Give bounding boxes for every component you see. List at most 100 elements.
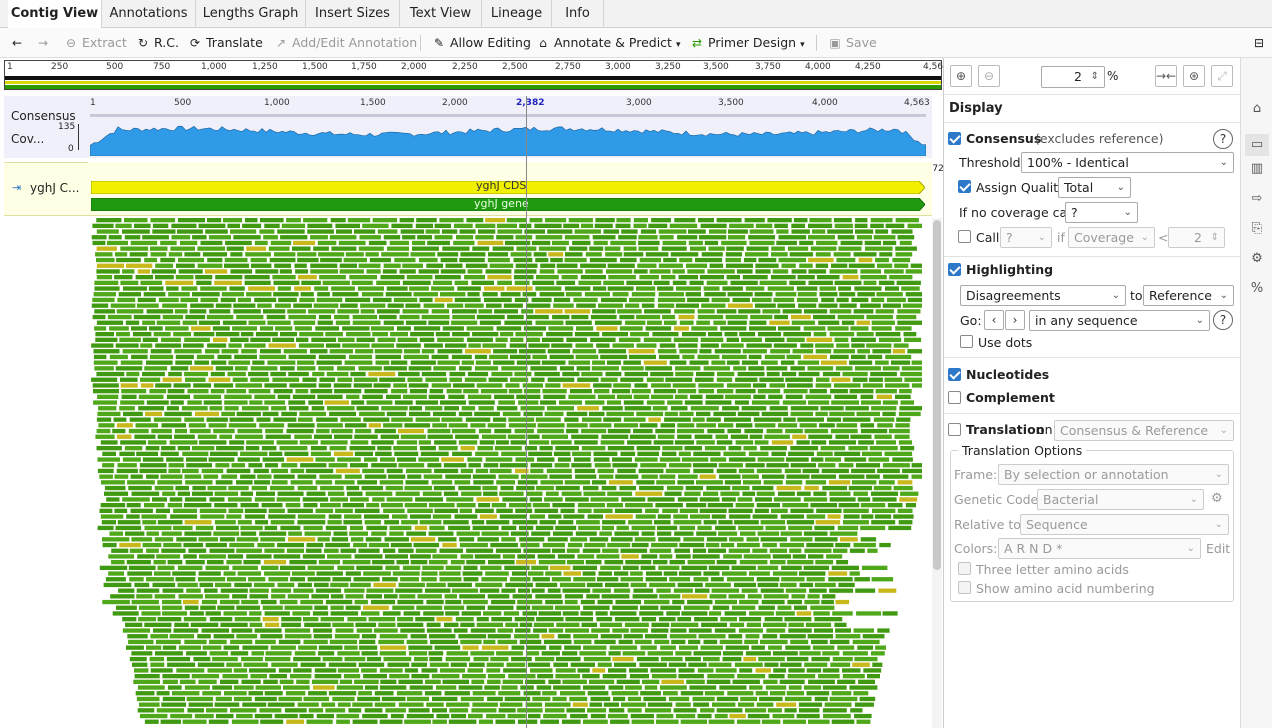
position-cursor[interactable]: [526, 96, 527, 728]
highlighting-checkbox[interactable]: [948, 263, 961, 276]
forward-button[interactable]: →: [36, 28, 54, 58]
rc-button[interactable]: ↻ R.C.: [136, 28, 179, 58]
collapse-panel-button[interactable]: ⊟: [1252, 28, 1270, 58]
read: [184, 497, 207, 502]
save-button[interactable]: ▣ Save: [828, 28, 876, 58]
back-button[interactable]: ←: [10, 28, 28, 58]
three-letter-checkbox[interactable]: [958, 562, 971, 575]
colors-select[interactable]: A R N D * ⌄: [998, 538, 1201, 559]
go-scope-select[interactable]: in any sequence ⌄: [1029, 310, 1210, 331]
read: [859, 696, 876, 702]
zoom-out-button[interactable]: ⊖: [978, 65, 1000, 87]
call-checkbox[interactable]: [958, 230, 971, 243]
read: [790, 406, 819, 411]
zoom-to-selection-button[interactable]: ⊛: [1183, 65, 1205, 87]
extract-button[interactable]: ⊖ Extract: [64, 28, 127, 58]
read: [92, 314, 106, 320]
tab-info[interactable]: Info: [552, 0, 604, 28]
overview-tick-label: 4,250: [855, 62, 881, 72]
annotate-predict-button[interactable]: ⌂ Annotate & Predict ▾: [536, 28, 680, 58]
no-coverage-select[interactable]: ? ⌄: [1065, 202, 1138, 223]
primer-design-button[interactable]: ⇄ Primer Design ▾: [690, 28, 805, 58]
highlight-help-button[interactable]: ?: [1213, 310, 1233, 330]
go-previous-button[interactable]: ‹: [984, 310, 1004, 330]
translation-checkbox[interactable]: [948, 423, 961, 436]
read: [768, 645, 782, 650]
overview-bar[interactable]: 1 250 500 750 1,000 1,250 1,500 1,750 2,000 2,250…: [4, 60, 943, 90]
tab-text-view[interactable]: Text View: [400, 0, 482, 28]
read: [173, 383, 191, 388]
read: [265, 428, 284, 434]
gear-icon[interactable]: ⚙: [1211, 491, 1223, 506]
read: [633, 394, 650, 399]
read: [277, 542, 304, 548]
read: [248, 463, 263, 468]
go-next-button[interactable]: ›: [1005, 310, 1025, 330]
read: [297, 252, 317, 257]
frame-select[interactable]: By selection or annotation ⌄: [998, 464, 1229, 485]
consensus-help-button[interactable]: ?: [1213, 129, 1233, 149]
display-panel-icon[interactable]: ▭: [1245, 134, 1269, 156]
read: [364, 457, 378, 462]
read: [528, 713, 541, 719]
contig-viewer[interactable]: 1 250 500 750 1,000 1,250 1,500 1,750 2,000 2,250…: [0, 58, 944, 728]
read: [175, 485, 189, 491]
add-annotation-button[interactable]: ↗ Add/Edit Annotation: [274, 28, 417, 58]
colors-edit-link[interactable]: Edit: [1206, 541, 1230, 556]
read: [350, 371, 366, 377]
read: [467, 337, 493, 342]
threshold-select[interactable]: 100% - Identical ⌄: [1021, 152, 1234, 173]
home-icon[interactable]: ⌂: [1249, 101, 1265, 117]
read: [829, 531, 858, 536]
read: [194, 713, 214, 719]
show-numbering-checkbox[interactable]: [958, 581, 971, 594]
relative-to-select[interactable]: Sequence ⌄: [1020, 514, 1229, 535]
complement-checkbox[interactable]: [948, 391, 961, 404]
read: [624, 371, 648, 377]
genetic-code-select[interactable]: Bacterial ⌄: [1037, 489, 1204, 510]
reference-row-label[interactable]: ⇥ yghJ C...: [4, 162, 88, 216]
zoom-in-button[interactable]: ⊕: [950, 65, 972, 87]
zoom-input[interactable]: 2 ⇕: [1041, 66, 1105, 88]
allow-editing-button[interactable]: ✎ Allow Editing: [432, 28, 531, 58]
read: [659, 474, 676, 479]
reads-scrollbar-thumb[interactable]: [933, 220, 941, 570]
gear-icon[interactable]: ⚙: [1249, 251, 1265, 267]
read: [778, 235, 807, 240]
tab-lengths-graph[interactable]: Lengths Graph: [196, 0, 306, 28]
highlight-mode-select[interactable]: Disagreements ⌄: [960, 285, 1126, 306]
read: [449, 371, 466, 377]
fit-width-button[interactable]: →←: [1155, 65, 1177, 87]
call-select[interactable]: ? ⌄: [1000, 227, 1052, 248]
read: [124, 446, 143, 451]
percent-icon[interactable]: %: [1249, 281, 1265, 297]
read: [122, 628, 150, 633]
read: [121, 394, 137, 399]
highlight-target-select[interactable]: Reference ⌄: [1143, 285, 1234, 306]
translate-button[interactable]: ⟳ Translate: [188, 28, 263, 58]
read: [212, 685, 233, 690]
tab-contig-view[interactable]: Contig View: [8, 0, 102, 29]
graph-icon[interactable]: ▥: [1249, 161, 1265, 177]
tab-insert-sizes[interactable]: Insert Sizes: [306, 0, 400, 28]
assign-quality-checkbox[interactable]: [958, 180, 971, 193]
if-select[interactable]: Coverage ⌄: [1068, 227, 1155, 248]
read: [331, 537, 349, 542]
read: [382, 269, 397, 274]
tab-lineage[interactable]: Lineage: [482, 0, 552, 28]
translation-on-select[interactable]: Consensus & Reference ⌄: [1054, 420, 1234, 441]
assign-quality-select[interactable]: Total ⌄: [1058, 177, 1131, 198]
read: [294, 263, 307, 268]
read: [854, 702, 874, 707]
read: [707, 428, 725, 434]
use-dots-checkbox[interactable]: [960, 335, 973, 348]
call-threshold-input[interactable]: 2 ⇕: [1168, 227, 1225, 248]
consensus-checkbox[interactable]: [948, 132, 961, 145]
fullscreen-button[interactable]: ⤢: [1211, 65, 1233, 87]
tab-annotations[interactable]: Annotations: [102, 0, 196, 28]
reads-pileup[interactable]: [86, 218, 932, 728]
nucleotides-checkbox[interactable]: [948, 368, 961, 381]
arrow-icon[interactable]: ⇨: [1249, 191, 1265, 207]
read: [815, 520, 841, 525]
annotation-side-icon[interactable]: ⎘: [1249, 221, 1265, 237]
